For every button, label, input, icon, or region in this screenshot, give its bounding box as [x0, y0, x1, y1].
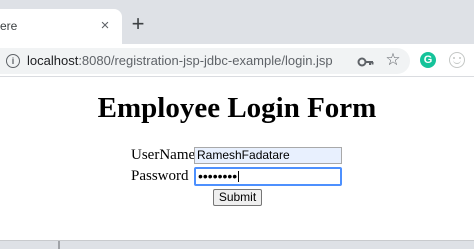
- grammarly-icon[interactable]: G: [420, 52, 436, 68]
- profile-icon[interactable]: [449, 52, 465, 68]
- address-bar[interactable]: i localhost:8080/registration-jsp-jdbc-e…: [0, 48, 410, 74]
- info-icon[interactable]: i: [6, 54, 20, 68]
- username-input[interactable]: RameshFadatare: [194, 147, 342, 164]
- star-icon[interactable]: ☆: [384, 51, 402, 69]
- username-label: UserName: [131, 147, 196, 163]
- tab-strip: ere × +: [0, 0, 474, 44]
- url-host: localhost: [27, 53, 79, 68]
- url-path: :8080/registration-jsp-jdbc-example/logi…: [78, 53, 333, 68]
- password-value: ••••••••: [198, 168, 238, 184]
- url-text[interactable]: localhost:8080/registration-jsp-jdbc-exa…: [27, 53, 333, 68]
- text-caret: [238, 171, 240, 182]
- page-title: Employee Login Form: [97, 92, 377, 124]
- password-label: Password: [131, 168, 189, 184]
- username-value: RameshFadatare: [197, 148, 290, 162]
- key-icon[interactable]: [357, 55, 375, 69]
- new-tab-button[interactable]: +: [128, 13, 148, 35]
- tab-active[interactable]: ere ×: [0, 9, 122, 44]
- close-icon[interactable]: ×: [96, 17, 114, 35]
- browser-toolbar: i localhost:8080/registration-jsp-jdbc-e…: [0, 44, 474, 77]
- submit-button[interactable]: Submit: [213, 189, 262, 206]
- tab-title: ere: [0, 19, 18, 33]
- password-input[interactable]: ••••••••: [194, 167, 342, 186]
